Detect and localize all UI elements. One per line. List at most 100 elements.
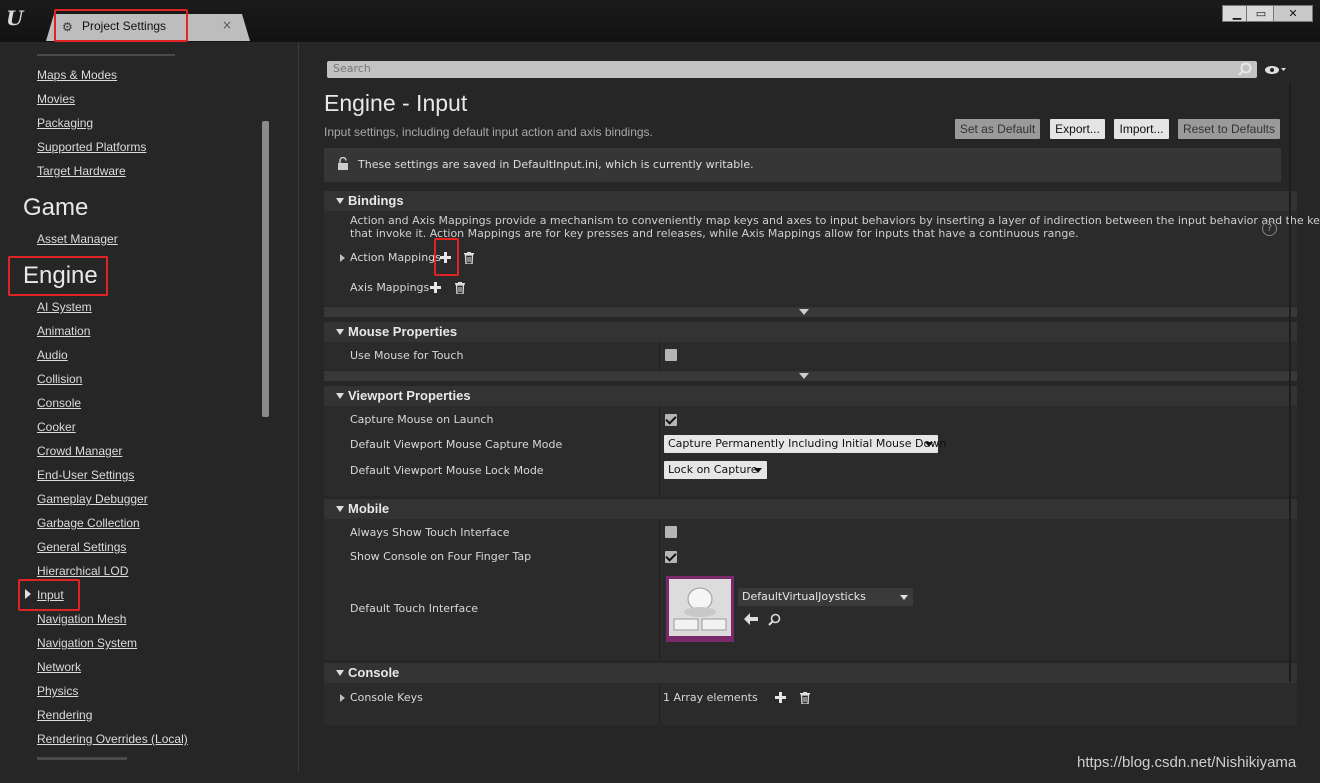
lock-mode-label: Default Viewport Mouse Lock Mode [350, 464, 544, 477]
set-as-default-button[interactable]: Set as Default [955, 119, 1040, 139]
sidebar-scrollbar[interactable] [262, 121, 269, 417]
sidebar-heading-game: Game [23, 194, 89, 221]
viewport-section-header[interactable]: Viewport Properties [324, 386, 1297, 406]
use-mouse-for-touch-checkbox[interactable] [665, 349, 677, 361]
mouse-title: Mouse Properties [348, 324, 458, 339]
pane-divider[interactable] [298, 42, 299, 772]
dropdown-arrow-icon [900, 595, 908, 600]
import-button[interactable]: Import... [1114, 119, 1169, 139]
collapse-arrow-icon [336, 329, 344, 335]
console-keys-value: 1 Array elements [663, 691, 758, 704]
touch-interface-value: DefaultVirtualJoysticks [742, 590, 866, 603]
sidebar-item-navigation-system[interactable]: Navigation System [37, 636, 137, 650]
always-show-touch-checkbox[interactable] [665, 526, 677, 538]
sidebar-item-crowd-manager[interactable]: Crowd Manager [37, 444, 122, 458]
sidebar-item-cooker[interactable]: Cooker [37, 420, 76, 434]
visibility-eye-icon[interactable] [1264, 65, 1286, 75]
search-input[interactable]: Search [327, 61, 1257, 78]
sidebar-item-network[interactable]: Network [37, 660, 81, 674]
column-divider[interactable] [659, 342, 660, 370]
add-axis-mapping-icon[interactable] [430, 282, 441, 293]
sidebar-item-end-user-settings[interactable]: End-User Settings [37, 468, 134, 482]
content-scrollbar-track[interactable] [1289, 82, 1291, 682]
column-divider[interactable] [659, 519, 660, 660]
sidebar-item-animation[interactable]: Animation [37, 324, 90, 338]
reset-to-defaults-button[interactable]: Reset to Defaults [1178, 119, 1280, 139]
notice-text: These settings are saved in DefaultInput… [358, 158, 754, 171]
bindings-advanced-expander[interactable] [324, 307, 1297, 317]
close-button[interactable]: ✕ [1273, 5, 1313, 22]
use-selected-arrow-icon[interactable] [744, 613, 758, 625]
capture-mode-dropdown[interactable]: Capture Permanently Including Initial Mo… [664, 435, 946, 453]
collapse-arrow-icon [336, 506, 344, 512]
sidebar-item-rendering[interactable]: Rendering [37, 708, 92, 722]
add-console-key-icon[interactable] [775, 692, 786, 703]
sidebar-item-asset-manager[interactable]: Asset Manager [37, 232, 118, 246]
clipped-item [37, 757, 127, 760]
sidebar-item-collision[interactable]: Collision [37, 372, 82, 386]
default-touch-label: Default Touch Interface [350, 602, 479, 615]
export-button[interactable]: Export... [1050, 119, 1105, 139]
tab-close-icon[interactable]: × [222, 18, 232, 32]
bindings-description-1: Action and Axis Mappings provide a mecha… [350, 214, 1320, 227]
sidebar-item-movies[interactable]: Movies [37, 92, 75, 106]
lock-mode-dropdown[interactable]: Lock on Capture [664, 461, 767, 479]
sidebar-item-maps-modes[interactable]: Maps & Modes [37, 68, 117, 82]
delete-axis-mappings-icon[interactable] [455, 282, 465, 294]
search-icon[interactable] [1238, 62, 1252, 76]
dropdown-arrow-icon [754, 468, 762, 473]
bindings-section-header[interactable]: Bindings [324, 191, 1297, 211]
sidebar-item-gameplay-debugger[interactable]: Gameplay Debugger [37, 492, 148, 506]
sidebar-item-console[interactable]: Console [37, 396, 81, 410]
mobile-section-header[interactable]: Mobile [324, 499, 1297, 519]
sidebar-item-navigation-mesh[interactable]: Navigation Mesh [37, 612, 126, 626]
mouse-advanced-expander[interactable] [324, 371, 1297, 381]
highlight-input-annotation [18, 579, 80, 611]
sidebar-item-audio[interactable]: Audio [37, 348, 68, 362]
search-placeholder: Search [333, 62, 371, 75]
column-divider[interactable] [659, 683, 660, 725]
clipped-item [37, 54, 175, 56]
console-title: Console [348, 665, 400, 680]
help-icon[interactable]: ? [1262, 221, 1277, 236]
sidebar-item-target-hardware[interactable]: Target Hardware [37, 164, 126, 178]
collapse-arrow-icon [336, 198, 344, 204]
expand-arrow-icon[interactable] [340, 254, 345, 262]
mobile-title: Mobile [348, 501, 390, 516]
title-bar: U ⚙ Project Settings × ▁ ▭ ✕ [0, 0, 1320, 42]
highlight-add-action-annotation [434, 238, 459, 276]
expand-arrow-icon[interactable] [340, 694, 345, 702]
config-notice: These settings are saved in DefaultInput… [324, 148, 1281, 182]
sidebar-item-hierarchical-lod[interactable]: Hierarchical LOD [37, 564, 128, 578]
console-keys-label: Console Keys [350, 691, 423, 704]
sidebar-item-ai-system[interactable]: AI System [37, 300, 92, 314]
browse-search-icon[interactable] [768, 613, 781, 626]
sidebar-item-general-settings[interactable]: General Settings [37, 540, 126, 554]
delete-console-keys-icon[interactable] [800, 692, 810, 704]
console-four-finger-label: Show Console on Four Finger Tap [350, 550, 532, 563]
settings-sidebar: Maps & Modes Movies Packaging Supported … [0, 42, 268, 760]
maximize-button[interactable]: ▭ [1246, 5, 1276, 22]
column-divider[interactable] [659, 406, 660, 496]
touch-interface-dropdown[interactable]: DefaultVirtualJoysticks [738, 588, 913, 606]
highlight-engine-annotation [8, 256, 108, 296]
mouse-section-header[interactable]: Mouse Properties [324, 322, 1297, 342]
sidebar-item-supported-platforms[interactable]: Supported Platforms [37, 140, 146, 154]
sidebar-item-rendering-overrides[interactable]: Rendering Overrides (Local) [37, 732, 188, 746]
bindings-title: Bindings [348, 193, 404, 208]
delete-action-mappings-icon[interactable] [464, 252, 474, 264]
highlight-tab-annotation [54, 9, 188, 42]
console-section-header[interactable]: Console [324, 663, 1297, 683]
watermark-text: https://blog.csdn.net/Nishikiyama [1077, 754, 1297, 771]
sidebar-item-garbage-collection[interactable]: Garbage Collection [37, 516, 140, 530]
sidebar-item-physics[interactable]: Physics [37, 684, 78, 698]
bindings-description-2: that invoke it. Action Mappings are for … [350, 227, 1079, 240]
console-four-finger-checkbox[interactable] [665, 551, 677, 563]
page-title: Engine - Input [324, 90, 468, 116]
dropdown-arrow-icon [925, 442, 933, 447]
page-subtitle: Input settings, including default input … [324, 125, 653, 139]
virtual-joystick-icon [669, 579, 731, 636]
sidebar-item-packaging[interactable]: Packaging [37, 116, 93, 130]
capture-on-launch-checkbox[interactable] [665, 414, 677, 426]
capture-on-launch-label: Capture Mouse on Launch [350, 413, 494, 426]
